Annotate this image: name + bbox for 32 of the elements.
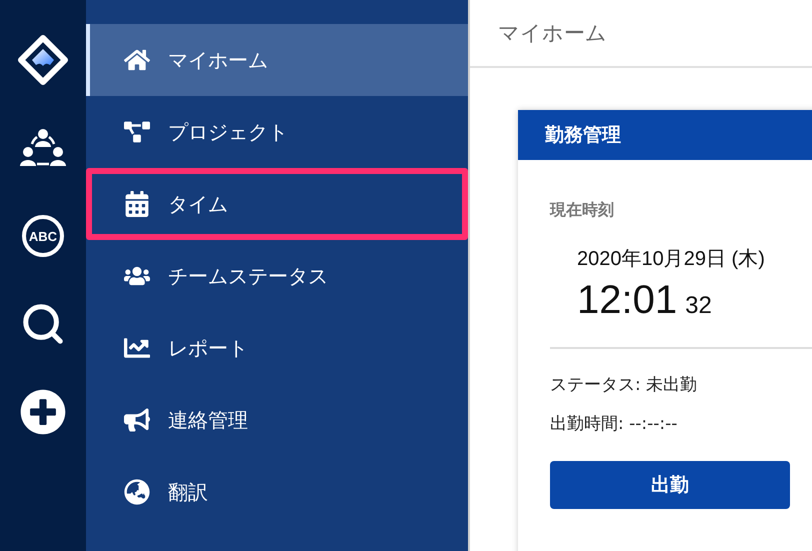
clock-in-button[interactable]: 出勤 (550, 461, 790, 509)
add-icon[interactable] (20, 389, 66, 435)
date-text: 2020年10月29日 (木) (577, 247, 766, 272)
abc-button[interactable]: ABC (22, 215, 64, 257)
calendar-icon (124, 191, 150, 217)
home-icon (124, 47, 150, 73)
hierarchy-icon (124, 119, 150, 145)
sidebar-item[interactable]: 翻訳 (86, 456, 468, 528)
sidebar-item-label: タイム (168, 190, 228, 218)
clock-label: 現在時刻 (550, 200, 615, 221)
sidebar-item[interactable]: プロジェクト (86, 96, 468, 168)
sidebar-item[interactable]: レポート (86, 312, 468, 384)
sidebar-item-label: 連絡管理 (168, 406, 248, 434)
sidebar-item-label: 翻訳 (168, 478, 208, 506)
sidebar-item-label: マイホーム (168, 46, 268, 74)
sidebar-item-label: レポート (168, 334, 248, 362)
seconds-text: 32 (685, 292, 712, 320)
status-text: ステータス: 未出勤 (550, 374, 698, 396)
page-title: マイホーム (498, 20, 607, 47)
sidebar-item[interactable]: タイム (86, 168, 468, 240)
megaphone-icon (124, 407, 150, 433)
card-header: 勤務管理 (518, 110, 812, 160)
time-text: 12:01 (577, 278, 678, 323)
sidebar-item-label: チームステータス (168, 262, 328, 290)
team-icon (20, 127, 66, 169)
sidebar-item[interactable]: 連絡管理 (86, 384, 468, 456)
globe-icon (124, 479, 150, 505)
logo-icon (18, 35, 68, 85)
clock-in-time: 出勤時間: --:--:-- (550, 413, 678, 435)
sidebar-item[interactable]: チームステータス (86, 240, 468, 312)
sidebar-item-label: プロジェクト (168, 118, 288, 146)
sidebar-item[interactable]: マイホーム (86, 24, 468, 96)
